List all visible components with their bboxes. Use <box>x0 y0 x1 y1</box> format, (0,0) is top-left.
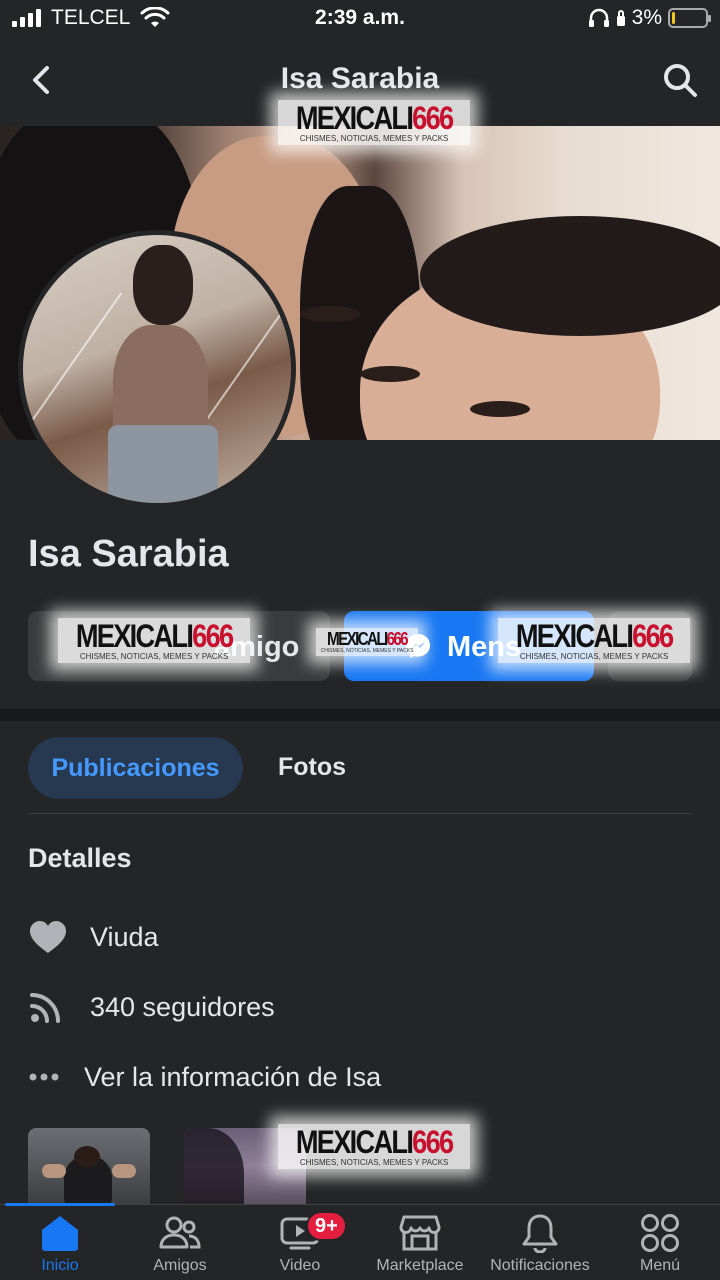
heart-icon <box>28 917 76 957</box>
rss-icon <box>28 987 76 1027</box>
nav-label: Video <box>279 1257 321 1274</box>
thumbnail-arm-shape <box>42 1164 66 1178</box>
thumbnail-tree-shape <box>184 1128 244 1204</box>
more-dots-icon <box>28 1057 70 1097</box>
nav-label: Inicio <box>41 1257 79 1274</box>
watermark-logo: MEXICALI666 CHISMES, NOTICIAS, MEMES Y P… <box>278 100 471 145</box>
watermark-text: MEXICALI666 <box>327 629 409 649</box>
tab-publicaciones[interactable]: Publicaciones <box>28 737 243 799</box>
battery-level <box>672 12 675 24</box>
home-icon <box>0 1211 120 1255</box>
watermark-text: MEXICALI666 <box>295 1124 454 1160</box>
profile-name: Isa Sarabia <box>28 533 229 575</box>
notification-badge: 9+ <box>306 1211 347 1241</box>
nav-video[interactable]: 9+ Video <box>240 1211 360 1279</box>
tab-fotos[interactable]: Fotos <box>278 753 346 782</box>
thumbnail-arm-shape <box>112 1164 136 1178</box>
friends-icon <box>120 1211 240 1255</box>
nav-inicio[interactable]: Inicio <box>0 1211 120 1279</box>
nav-label: Amigos <box>153 1257 207 1274</box>
detail-relationship: Viuda <box>28 917 159 957</box>
watermark-logo: MEXICALI666 CHISMES, NOTICIAS, MEMES Y P… <box>278 1124 471 1169</box>
watermark-text: MEXICALI666 <box>75 618 234 654</box>
status-right: 3% <box>588 6 711 30</box>
menu-grid-icon <box>600 1211 720 1255</box>
avatar-jeans-shape <box>108 425 218 503</box>
nav-active-indicator <box>5 1203 115 1206</box>
search-icon[interactable] <box>660 60 700 100</box>
profile-tabs: Publicaciones Fotos <box>28 737 692 799</box>
lock-rotation-icon <box>616 10 625 26</box>
cover-eye-shape <box>360 366 420 382</box>
battery-icon <box>668 8 711 28</box>
headphones-icon <box>588 8 609 27</box>
detail-relationship-text: Viuda <box>90 921 159 952</box>
cover-eye-shape <box>300 306 360 322</box>
tabs-divider <box>28 813 692 814</box>
nav-menu[interactable]: Menú <box>600 1211 720 1279</box>
section-divider <box>0 709 720 721</box>
status-bar: TELCEL 2:39 a.m. 3% <box>0 0 720 40</box>
cover-eye-shape <box>470 401 530 417</box>
featured-photo-thumbnail[interactable] <box>28 1128 150 1204</box>
watermark-logo: MEXICALI666 CHISMES, NOTICIAS, MEMES Y P… <box>58 618 251 663</box>
details-heading: Detalles <box>28 843 132 873</box>
profile-avatar[interactable] <box>18 230 296 508</box>
cover-hair-shape <box>420 216 720 336</box>
nav-label: Notificaciones <box>490 1257 590 1274</box>
detail-see-info[interactable]: Ver la información de Isa <box>28 1057 381 1097</box>
nav-marketplace[interactable]: Marketplace <box>360 1211 480 1279</box>
watermark-text: MEXICALI666 <box>515 618 674 654</box>
bottom-nav: Inicio Amigos 9+ Video Marketplace Notif… <box>0 1203 720 1280</box>
watermark-logo: MEXICALI666 CHISMES, NOTICIAS, MEMES Y P… <box>316 628 419 656</box>
marketplace-icon <box>360 1211 480 1255</box>
avatar-mirror-line <box>23 292 123 458</box>
detail-see-info-text: Ver la información de Isa <box>84 1061 382 1092</box>
thumbnail-head-shape <box>74 1146 100 1168</box>
detail-followers-text: 340 seguidores <box>90 991 275 1022</box>
battery-percent: 3% <box>631 6 662 29</box>
watermark-logo: MEXICALI666 CHISMES, NOTICIAS, MEMES Y P… <box>498 618 691 663</box>
nav-label: Marketplace <box>376 1257 464 1274</box>
nav-amigos[interactable]: Amigos <box>120 1211 240 1279</box>
watermark-text: MEXICALI666 <box>295 100 454 136</box>
detail-followers[interactable]: 340 seguidores <box>28 987 275 1027</box>
avatar-head-shape <box>133 245 193 325</box>
nav-label: Menú <box>639 1257 681 1274</box>
bell-icon <box>480 1211 600 1255</box>
nav-notificaciones[interactable]: Notificaciones <box>480 1211 600 1279</box>
page-title: Isa Sarabia <box>280 62 440 95</box>
